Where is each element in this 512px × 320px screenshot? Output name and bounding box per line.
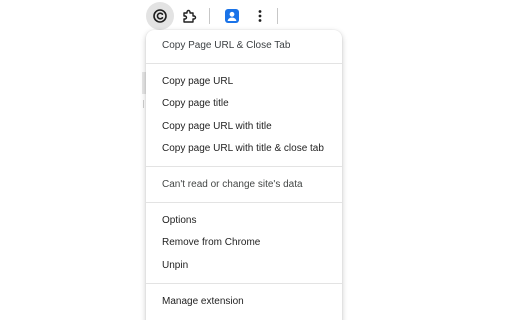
menu-item-copy-title[interactable]: Copy page title — [162, 97, 229, 111]
extension-button[interactable] — [146, 2, 174, 30]
menu-item-remove[interactable]: Remove from Chrome — [162, 236, 260, 250]
menu-header-title: Copy Page URL & Close Tab — [162, 40, 291, 51]
menu-separator — [146, 202, 342, 203]
profile-icon — [224, 8, 240, 24]
chrome-menu-button[interactable] — [246, 2, 274, 30]
menu-item-copy-url[interactable]: Copy page URL — [162, 75, 233, 89]
menu-item-manage-extension[interactable]: Manage extension — [162, 295, 244, 309]
puzzle-icon — [181, 8, 197, 24]
extensions-button[interactable] — [175, 2, 203, 30]
extension-context-menu: Copy Page URL & Close Tab Copy page URL … — [146, 30, 342, 320]
menu-item-unpin[interactable]: Unpin — [162, 259, 188, 273]
menu-separator — [146, 166, 342, 167]
menu-item-copy-url-title-close[interactable]: Copy page URL with title & close tab — [162, 142, 324, 156]
menu-separator — [146, 283, 342, 284]
menu-separator — [146, 63, 342, 64]
menu-item-copy-url-with-title[interactable]: Copy page URL with title — [162, 120, 272, 134]
browser-window: Copy Page URL & Close Tab Copy page URL … — [0, 0, 512, 320]
kebab-menu-icon — [252, 8, 268, 24]
toolbar-divider — [209, 8, 210, 24]
profile-button[interactable] — [218, 2, 246, 30]
menu-item-options[interactable]: Options — [162, 214, 196, 228]
copy-c-icon — [152, 8, 168, 24]
toolbar-divider — [277, 8, 278, 24]
menu-item-site-access: Can't read or change site's data — [162, 179, 303, 190]
